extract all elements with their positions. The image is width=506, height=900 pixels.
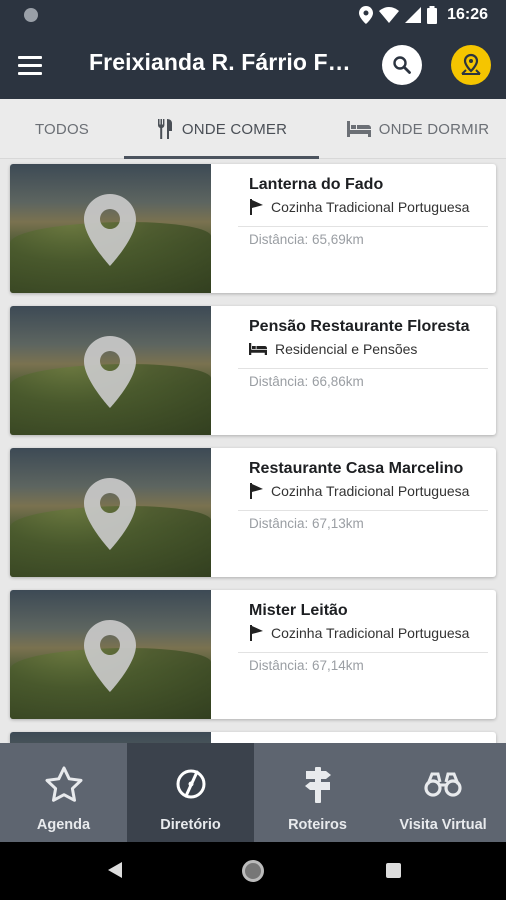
tab-label: TODOS — [34, 120, 90, 138]
flag-icon — [250, 199, 263, 215]
menu-icon — [18, 55, 42, 59]
map-pin-icon — [461, 53, 481, 75]
place-category: Cozinha Tradicional Portuguesa — [271, 483, 470, 499]
tab-onde-dormir[interactable]: ONDE DORMIR — [330, 99, 506, 159]
home-icon[interactable] — [242, 860, 264, 882]
place-name: Lanterna do Fado — [249, 176, 384, 193]
nav-label: Diretório — [160, 817, 221, 833]
wifi-icon — [379, 7, 400, 23]
battery-icon — [427, 6, 438, 24]
menu-button[interactable] — [18, 50, 52, 80]
notification-dot-icon — [24, 8, 38, 22]
tab-bar: TODOS ONDE COMER ONDE DORMIR — [0, 99, 506, 159]
directory-list: Lanterna do Fado Cozinha Tradicional Por… — [0, 159, 506, 743]
location-pin-icon — [84, 336, 136, 408]
bottom-navigation: Agenda Diretório Roteiros Visita Virtual — [0, 743, 506, 842]
map-button[interactable] — [451, 45, 491, 85]
place-thumbnail — [10, 732, 211, 743]
tab-onde-comer[interactable]: ONDE COMER — [124, 99, 319, 159]
nav-visita-virtual[interactable]: Visita Virtual — [380, 743, 506, 842]
place-thumbnail — [10, 448, 211, 577]
location-icon — [359, 6, 374, 24]
place-category: Cozinha Tradicional Portuguesa — [271, 625, 470, 641]
signal-icon — [405, 7, 422, 23]
place-name: Mister Leitão — [249, 602, 348, 619]
list-item[interactable]: Restaurante Casa Marcelino Cozinha Tradi… — [10, 448, 496, 577]
place-thumbnail — [10, 164, 211, 293]
place-category: Cozinha Tradicional Portuguesa — [271, 199, 470, 215]
back-icon[interactable] — [108, 862, 122, 878]
nav-agenda[interactable]: Agenda — [0, 743, 127, 842]
flag-icon — [250, 483, 263, 499]
tab-todos[interactable]: TODOS — [0, 99, 124, 159]
location-pin-icon — [84, 620, 136, 692]
tab-label: ONDE COMER — [181, 120, 288, 138]
nav-label: Agenda — [36, 817, 91, 833]
tab-label: ONDE DORMIR — [378, 120, 490, 138]
app-bar: Freixianda R. Fárrio Fo… — [0, 30, 506, 99]
place-distance: Distância: 67,13km — [249, 516, 364, 531]
location-pin-icon — [84, 194, 136, 266]
star-icon — [45, 766, 82, 802]
bed-icon — [346, 121, 371, 137]
place-distance: Distância: 66,86km — [249, 374, 364, 389]
place-name: Restaurante Casa Marcelino — [249, 460, 464, 477]
place-thumbnail — [10, 306, 211, 435]
nav-diretorio[interactable]: Diretório — [127, 743, 254, 842]
system-navigation-bar — [0, 842, 506, 900]
list-item[interactable]: Mister Leitão Cozinha Tradicional Portug… — [10, 590, 496, 719]
divider — [238, 652, 488, 653]
list-item[interactable]: Lanterna do Fado Cozinha Tradicional Por… — [10, 164, 496, 293]
place-distance: Distância: 67,14km — [249, 658, 364, 673]
list-item[interactable] — [10, 732, 496, 743]
place-distance: Distância: 65,69km — [249, 232, 364, 247]
divider — [238, 226, 488, 227]
nav-label: Roteiros — [288, 817, 347, 833]
divider — [238, 510, 488, 511]
signpost-icon — [304, 767, 331, 803]
binoculars-icon — [424, 772, 462, 797]
place-thumbnail — [10, 590, 211, 719]
nav-roteiros[interactable]: Roteiros — [254, 743, 381, 842]
status-bar: 16:26 — [0, 0, 506, 30]
place-category: Residencial e Pensões — [275, 341, 418, 357]
fork-knife-icon — [157, 119, 172, 139]
location-pin-icon — [84, 478, 136, 550]
recent-apps-icon[interactable] — [386, 863, 401, 878]
divider — [238, 368, 488, 369]
search-button[interactable] — [382, 45, 422, 85]
status-time: 16:26 — [447, 6, 488, 23]
flag-icon — [250, 625, 263, 641]
compass-icon — [176, 769, 205, 799]
page-title: Freixianda R. Fárrio Fo… — [89, 49, 361, 75]
nav-label: Visita Virtual — [399, 817, 487, 833]
search-icon — [393, 56, 411, 74]
place-name: Pensão Restaurante Floresta — [249, 318, 470, 335]
bed-icon — [249, 343, 267, 355]
list-item[interactable]: Pensão Restaurante Floresta Residencial … — [10, 306, 496, 435]
